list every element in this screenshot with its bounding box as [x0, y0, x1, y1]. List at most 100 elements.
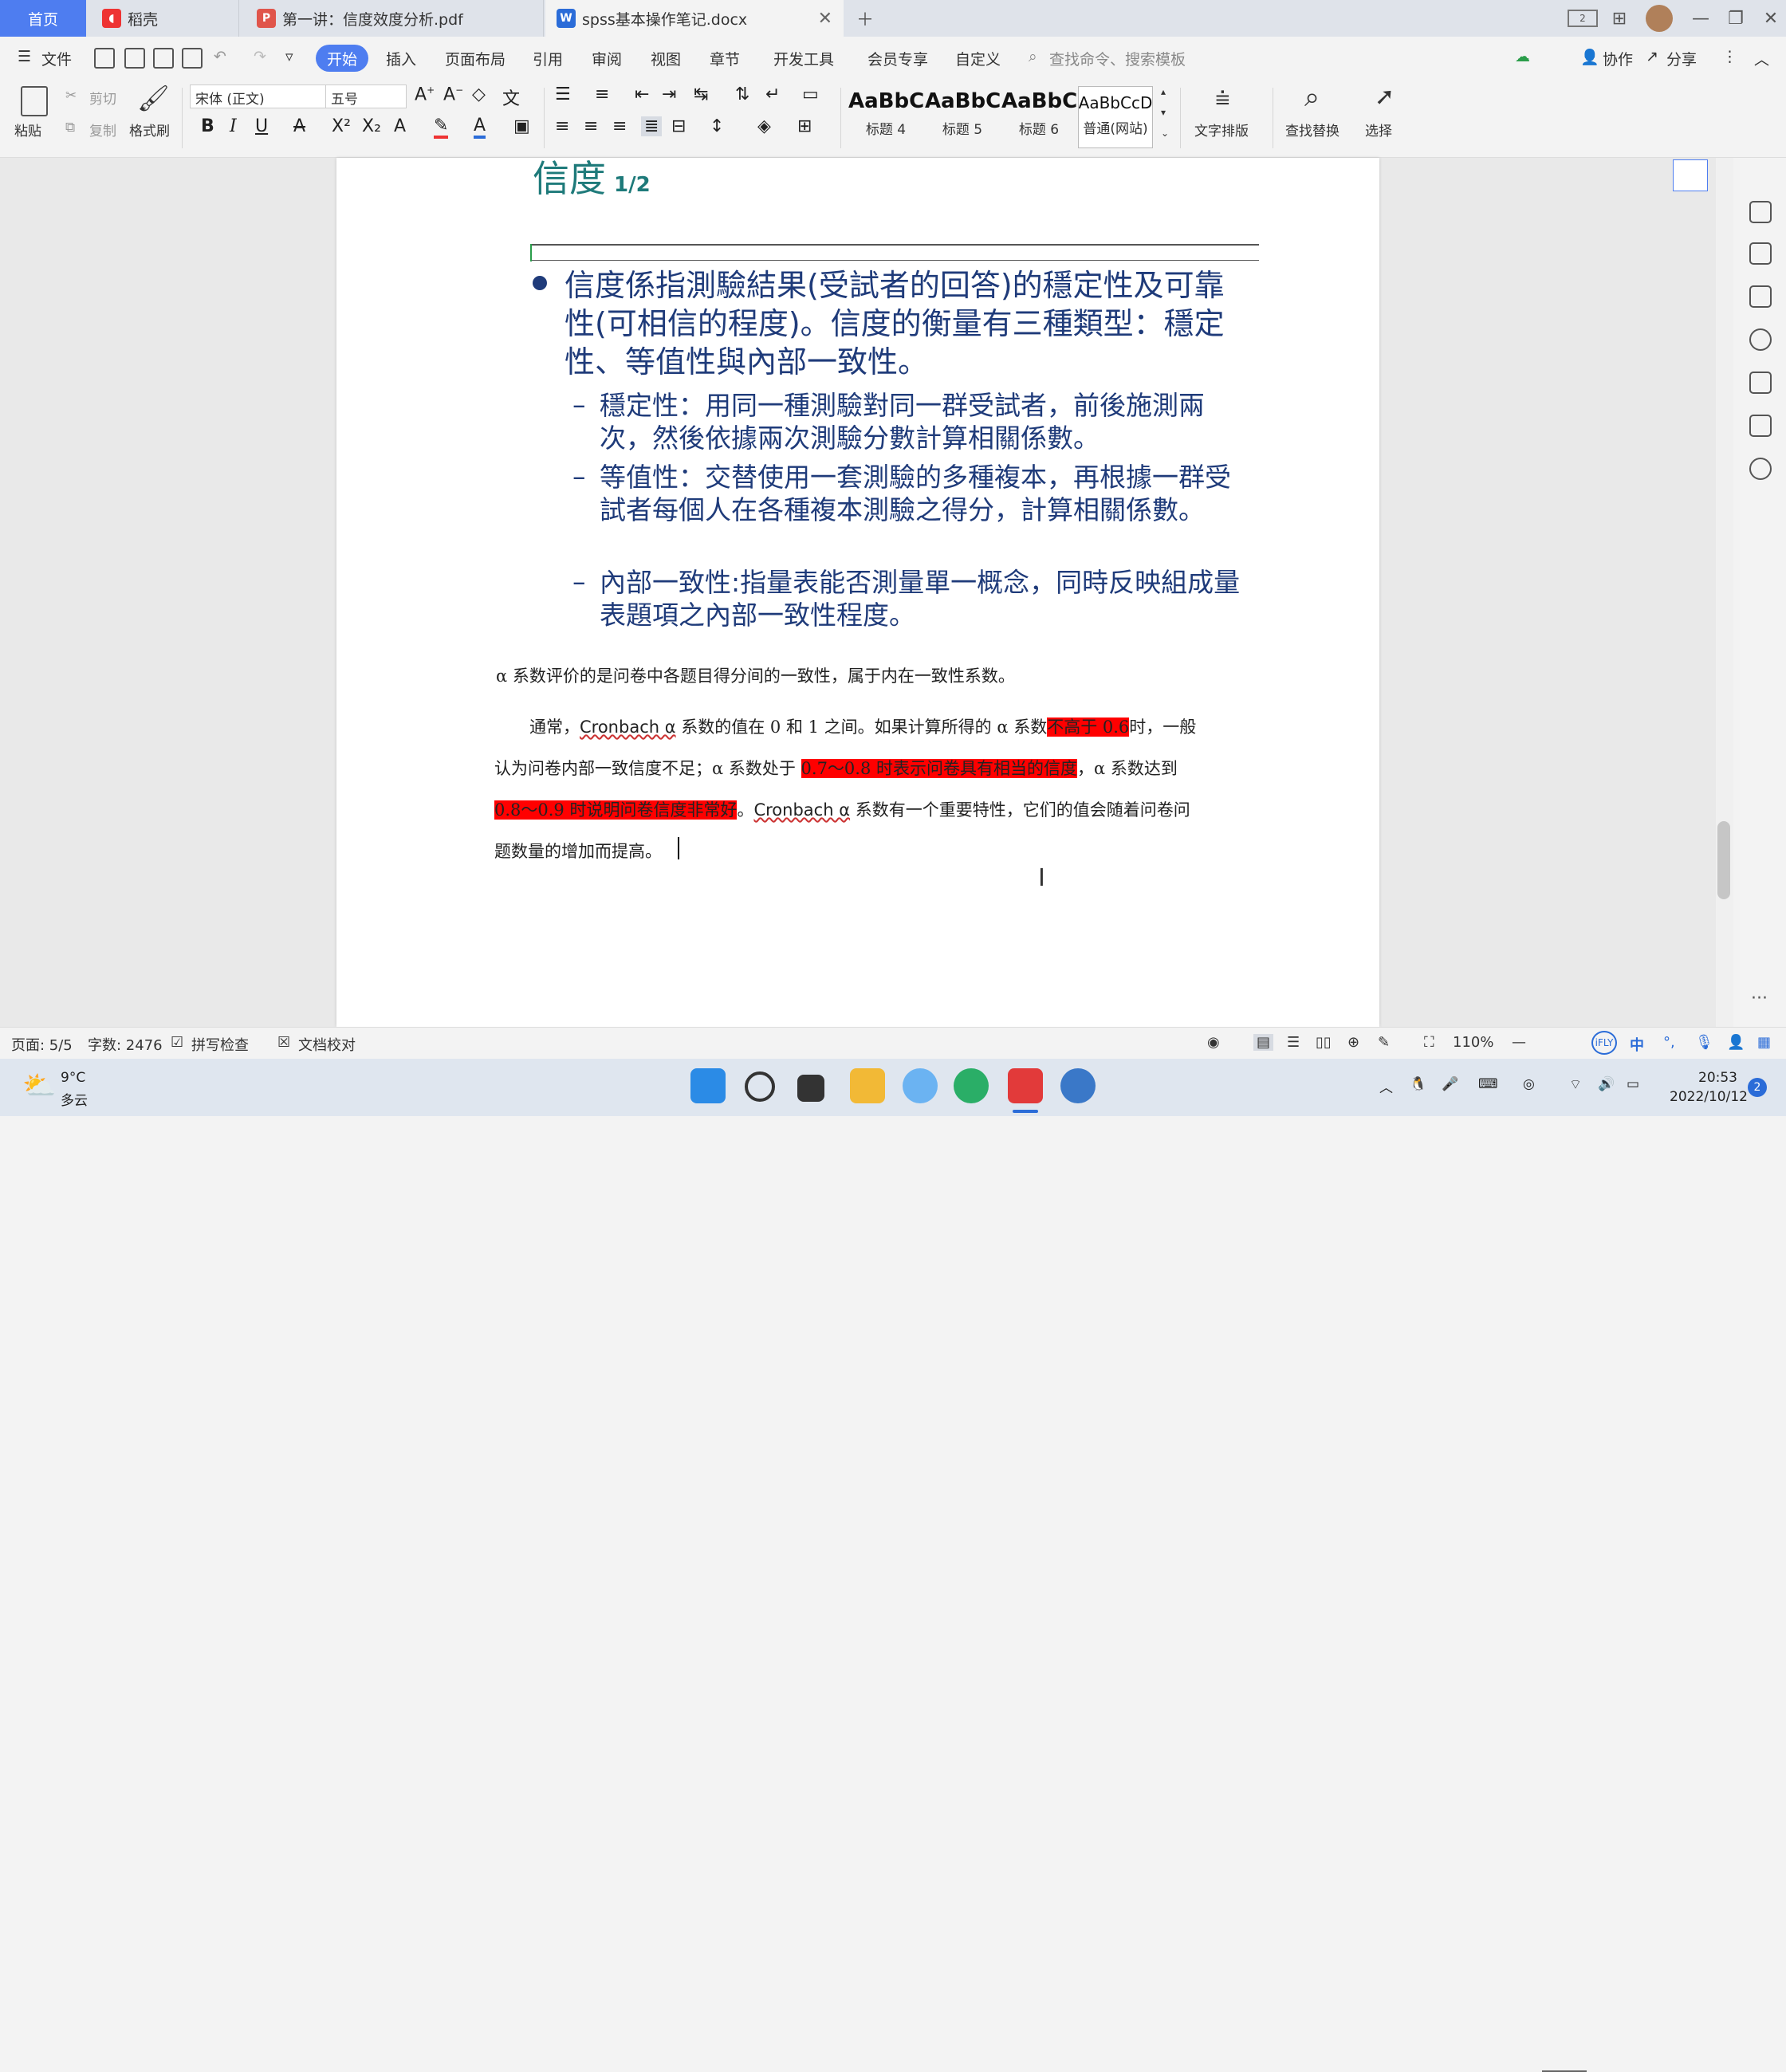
clock-date[interactable]: 2022/10/12 [1670, 1089, 1748, 1105]
task-view-icon[interactable] [797, 1075, 824, 1102]
user-icon[interactable]: 👤 [1727, 1034, 1745, 1051]
tray-expand-icon[interactable]: ︿ [1379, 1076, 1393, 1096]
battery-icon[interactable]: ▭ [1627, 1076, 1639, 1092]
tab-home[interactable]: 首页 [0, 0, 86, 37]
menu-chapter[interactable]: 章节 [710, 48, 740, 69]
lightning-icon[interactable] [1749, 458, 1772, 480]
new-tab-icon[interactable]: ＋ [853, 6, 877, 30]
align-left-icon[interactable]: ≡ [555, 116, 569, 136]
wps-icon[interactable] [1008, 1068, 1043, 1103]
more-side-icon[interactable]: ··· [1751, 989, 1768, 1008]
text-layout-button[interactable]: 文字排版 [1194, 120, 1249, 140]
grow-font-icon[interactable]: A+ [415, 85, 435, 104]
increase-indent-icon[interactable]: ⇥ [662, 85, 676, 104]
shading-icon[interactable]: ◈ [757, 116, 771, 136]
spss-icon[interactable] [1060, 1068, 1096, 1103]
adjust-icon[interactable] [1749, 285, 1772, 308]
strikethrough-icon[interactable]: A [293, 116, 305, 136]
tray-mic-icon[interactable]: 🎤 [1442, 1076, 1458, 1092]
zoom-level[interactable]: 110% [1453, 1034, 1493, 1051]
more-icon[interactable]: ⋮ [1722, 48, 1737, 65]
font-size-select[interactable]: 五号 [325, 85, 407, 108]
menu-view[interactable]: 视图 [651, 48, 681, 69]
font-color-icon[interactable]: A [474, 116, 486, 139]
highlight-color-icon[interactable]: ✎ [434, 116, 449, 139]
save-icon[interactable] [94, 48, 115, 69]
fit-page-icon[interactable]: ⛶ [1424, 1034, 1434, 1051]
menu-member[interactable]: 会员专享 [867, 48, 928, 69]
ruler-icon[interactable]: ▭ [802, 85, 819, 104]
undo-icon[interactable]: ↶ [214, 48, 226, 65]
bullet-list-icon[interactable]: ☰ [555, 85, 571, 104]
layout-icon[interactable]: 2 [1568, 10, 1598, 27]
numbered-list-icon[interactable]: ≡ [595, 85, 609, 104]
close-window-icon[interactable]: ✕ [1759, 6, 1783, 30]
align-right-icon[interactable]: ≡ [612, 116, 627, 136]
print-preview-icon[interactable] [182, 48, 203, 69]
copy-button[interactable]: 复制 [89, 120, 116, 140]
ifly-icon[interactable]: iFLY [1591, 1031, 1617, 1055]
outline-view-icon[interactable]: ☰ [1287, 1034, 1300, 1051]
style-heading4[interactable]: AaBbC 标题 4 [848, 86, 923, 148]
ifly-tray-icon[interactable]: ◎ [1523, 1076, 1535, 1092]
distributed-icon[interactable]: ⊟ [671, 116, 686, 136]
style-heading6[interactable]: AaBbCc 标题 6 [1001, 86, 1076, 148]
tab-pdf[interactable]: P 第一讲：信度效度分析.pdf [241, 0, 544, 37]
select-button[interactable]: 选择 [1365, 120, 1392, 140]
reading-view-icon[interactable]: ▯▯ [1316, 1034, 1332, 1051]
close-tab-icon[interactable]: ✕ [818, 9, 832, 29]
decrease-indent-icon[interactable]: ⇤ [635, 85, 649, 104]
find-replace-button[interactable]: 查找替换 [1285, 120, 1340, 140]
mic-icon[interactable]: 🎙 [1695, 1034, 1713, 1051]
shrink-font-icon[interactable]: A− [443, 85, 463, 104]
paste-button[interactable]: 粘贴 [14, 120, 41, 140]
clock-time[interactable]: 20:53 [1698, 1070, 1737, 1086]
redo-icon[interactable]: ↷ [254, 48, 266, 65]
phonetic-icon[interactable]: 文 [502, 85, 520, 110]
image-tool-icon[interactable] [1749, 415, 1772, 437]
table-tool-icon[interactable] [1749, 372, 1772, 394]
grid-apps-icon[interactable]: ⊞ [1607, 6, 1631, 30]
line-break-icon[interactable]: ↵ [765, 85, 780, 104]
word-count[interactable]: 字数: 2476 [88, 1034, 163, 1055]
avatar[interactable] [1646, 5, 1673, 32]
sort-icon[interactable]: ⇅ [735, 85, 749, 104]
style-normal-web[interactable]: AaBbCcD 普通(网站) [1078, 86, 1153, 148]
scrollbar-thumb[interactable] [1717, 821, 1730, 899]
menu-insert[interactable]: 插入 [386, 48, 416, 69]
font-name-select[interactable]: 宋体 (正文) [190, 85, 327, 108]
export-icon[interactable] [124, 48, 145, 69]
wechat-icon[interactable] [954, 1068, 989, 1103]
cut-button[interactable]: 剪切 [89, 88, 116, 108]
share-button[interactable]: 分享 [1666, 48, 1697, 69]
punctuation-icon[interactable]: °, [1663, 1034, 1675, 1051]
menu-start[interactable]: 开始 [316, 45, 368, 72]
char-border-icon[interactable]: ▣ [513, 116, 530, 136]
clear-format-icon[interactable]: ◇ [472, 85, 486, 104]
command-search-input[interactable]: 查找命令、搜索模板 [1049, 48, 1186, 69]
print-icon[interactable] [153, 48, 174, 69]
paste-icon[interactable] [21, 86, 48, 116]
align-center-icon[interactable]: ≡ [584, 116, 598, 136]
superscript-icon[interactable]: X² [332, 116, 351, 136]
cloud-sync-icon[interactable]: ☁ [1515, 48, 1530, 65]
quick-access-dropdown-icon[interactable]: ▿ [285, 48, 293, 65]
location-pin-icon[interactable] [1673, 159, 1708, 191]
collab-button[interactable]: 协作 [1603, 48, 1633, 69]
eye-protect-icon[interactable]: ◉ [1207, 1034, 1220, 1051]
style-expand-icon[interactable]: ⌄ [1161, 128, 1169, 139]
spell-check-button[interactable]: 拼写检查 [191, 1034, 249, 1055]
menu-references[interactable]: 引用 [533, 48, 563, 69]
apps-grid-icon[interactable]: ▦ [1757, 1034, 1771, 1051]
notification-badge[interactable]: 2 [1748, 1078, 1767, 1097]
menu-page-layout[interactable]: 页面布局 [445, 48, 506, 69]
ime-tray-icon[interactable]: ⌨ [1478, 1076, 1498, 1092]
weather-temp[interactable]: 9°C [61, 1070, 85, 1086]
pointer-icon[interactable] [1749, 242, 1772, 265]
weather-desc[interactable]: 多云 [61, 1089, 88, 1109]
tab-daoke[interactable]: ◖ 稻壳 [86, 0, 239, 37]
start-icon[interactable] [690, 1068, 726, 1103]
pen-icon[interactable] [1749, 201, 1772, 223]
text-effect-icon[interactable]: A [394, 116, 406, 136]
collapse-ribbon-icon[interactable]: ︿ [1754, 48, 1769, 69]
